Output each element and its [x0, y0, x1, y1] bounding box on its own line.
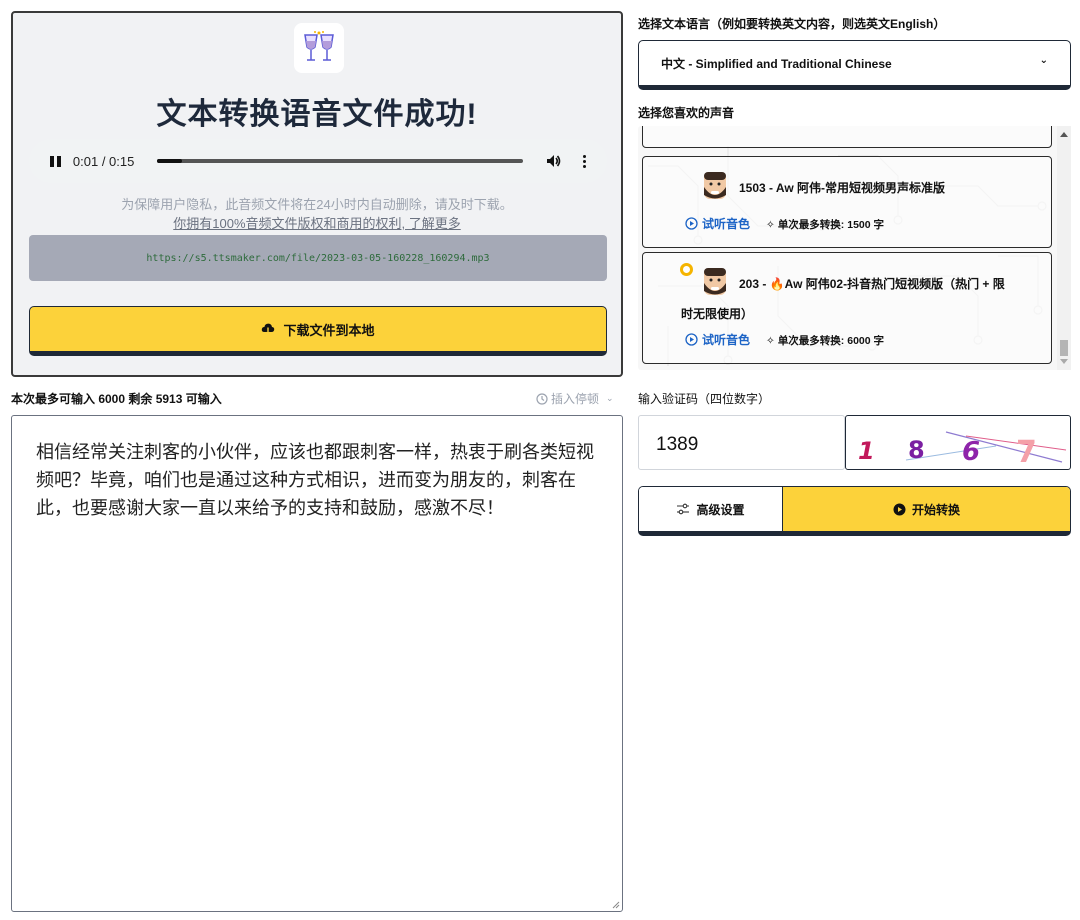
cheers-logo-icon	[294, 23, 344, 73]
radio-selected-icon[interactable]	[680, 263, 693, 276]
sparkle-icon: ✧	[766, 334, 775, 347]
audio-player[interactable]: 0:01 / 0:15	[29, 139, 607, 183]
avatar	[704, 172, 726, 199]
audio-progress-fill	[156, 159, 183, 163]
captcha-label: 输入验证码（四位数字）	[638, 392, 771, 406]
play-circle-icon	[893, 503, 906, 515]
advanced-settings-button[interactable]: 高级设置	[639, 487, 783, 531]
text-input-area[interactable]: 相信经常关注刺客的小伙伴，应该也都跟刺客一样，热衷于刷各类短视频吧？毕竟，咱们也…	[11, 415, 623, 912]
chevron-down-icon: ⌄	[1039, 55, 1048, 66]
audio-progress-slider[interactable]	[156, 159, 524, 163]
scroll-up-icon[interactable]	[1060, 132, 1068, 137]
action-row: 高级设置 开始转换	[638, 486, 1071, 536]
cloud-download-icon	[262, 323, 275, 336]
clock-icon	[536, 392, 548, 405]
file-url[interactable]: https://s5.ttsmaker.com/file/2023-03-05-…	[29, 235, 607, 281]
voice-label: 选择您喜欢的声音	[638, 106, 735, 120]
download-label: 下载文件到本地	[283, 322, 375, 338]
volume-icon[interactable]	[545, 152, 563, 170]
play-circle-icon	[685, 333, 698, 346]
privacy-note: 为保障用户隐私，此音频文件将在24小时内自动删除，请及时下载。	[121, 197, 513, 212]
max-chars-label: 单次最多转换: 6000 字	[777, 335, 885, 347]
voice-card-203[interactable]: 203 - 🔥Aw 阿伟02-抖音热门短视频版（热门 + 限 时无限使用） 试听…	[642, 252, 1052, 364]
resize-handle-icon[interactable]	[610, 899, 620, 909]
captcha-char: 6	[962, 437, 980, 467]
voice-name-line1: 203 - 🔥Aw 阿伟02-抖音热门短视频版（热门 + 限	[739, 277, 1005, 291]
try-voice-button[interactable]: 试听音色	[685, 215, 750, 232]
max-chars-label: 单次最多转换: 1500 字	[777, 219, 885, 231]
text-content: 相信经常关注刺客的小伙伴，应该也都跟刺客一样，热衷于刷各类短视频吧？毕竟，咱们也…	[36, 442, 594, 518]
captcha-value: 1389	[656, 434, 699, 455]
avatar	[704, 268, 726, 295]
captcha-input[interactable]: 1389	[638, 415, 845, 470]
language-selected-value: 中文 - Simplified and Traditional Chinese	[661, 56, 892, 71]
scroll-thumb[interactable]	[1060, 340, 1068, 356]
rights-learn-more-link[interactable]: 你拥有100%音频文件版权和商用的权利, 了解更多	[13, 213, 621, 232]
audio-time: 0:01 / 0:15	[72, 153, 135, 169]
pause-icon[interactable]	[47, 152, 65, 170]
voice-card-1503[interactable]: 1503 - Aw 阿伟-常用短视频男声标准版 试听音色 ✧ 单次最多转换: 1…	[642, 156, 1052, 248]
captcha-char: 8	[908, 436, 925, 464]
voice-list-scrollbar[interactable]	[1057, 126, 1071, 370]
start-convert-label: 开始转换	[911, 502, 960, 517]
more-options-icon[interactable]	[579, 152, 589, 170]
sliders-icon	[677, 503, 690, 515]
try-voice-button[interactable]: 试听音色	[685, 331, 750, 348]
sparkle-icon: ✧	[766, 218, 775, 231]
insert-pause-dropdown[interactable]: 插入停顿 ⌄	[536, 390, 614, 407]
success-card: 文本转换语音文件成功! 0:01 / 0:15 为保障用户隐私，此音频文件将在2…	[11, 11, 623, 377]
max-chars-badge: ✧ 单次最多转换: 6000 字	[766, 333, 884, 348]
success-title: 文本转换语音文件成功!	[156, 98, 478, 131]
input-limit-text: 本次最多可输入 6000 剩余 5913 可输入	[11, 392, 222, 406]
language-select[interactable]: 中文 - Simplified and Traditional Chinese …	[638, 40, 1071, 90]
advanced-settings-label: 高级设置	[696, 502, 745, 517]
voice-card-partial[interactable]	[642, 126, 1052, 148]
play-circle-icon	[685, 217, 698, 230]
scroll-down-icon[interactable]	[1060, 359, 1068, 364]
chevron-down-icon: ⌄	[606, 393, 614, 403]
try-voice-label: 试听音色	[702, 217, 751, 231]
captcha-image[interactable]: 1 8 6 7	[845, 415, 1071, 470]
max-chars-badge: ✧ 单次最多转换: 1500 字	[766, 217, 884, 232]
insert-pause-label: 插入停顿	[551, 392, 600, 406]
captcha-char: 7	[1016, 435, 1037, 470]
voice-name: 1503 - Aw 阿伟-常用短视频男声标准版	[739, 181, 946, 195]
download-button[interactable]: 下载文件到本地	[29, 306, 607, 356]
voice-list[interactable]: 1503 - Aw 阿伟-常用短视频男声标准版 试听音色 ✧ 单次最多转换: 1…	[638, 126, 1071, 370]
language-label: 选择文本语言（例如要转换英文内容，则选英文English）	[638, 17, 946, 31]
try-voice-label: 试听音色	[702, 333, 751, 347]
captcha-char: 1	[858, 437, 875, 465]
start-convert-button[interactable]: 开始转换	[783, 487, 1070, 531]
voice-name-line2: 时无限使用）	[681, 307, 754, 321]
